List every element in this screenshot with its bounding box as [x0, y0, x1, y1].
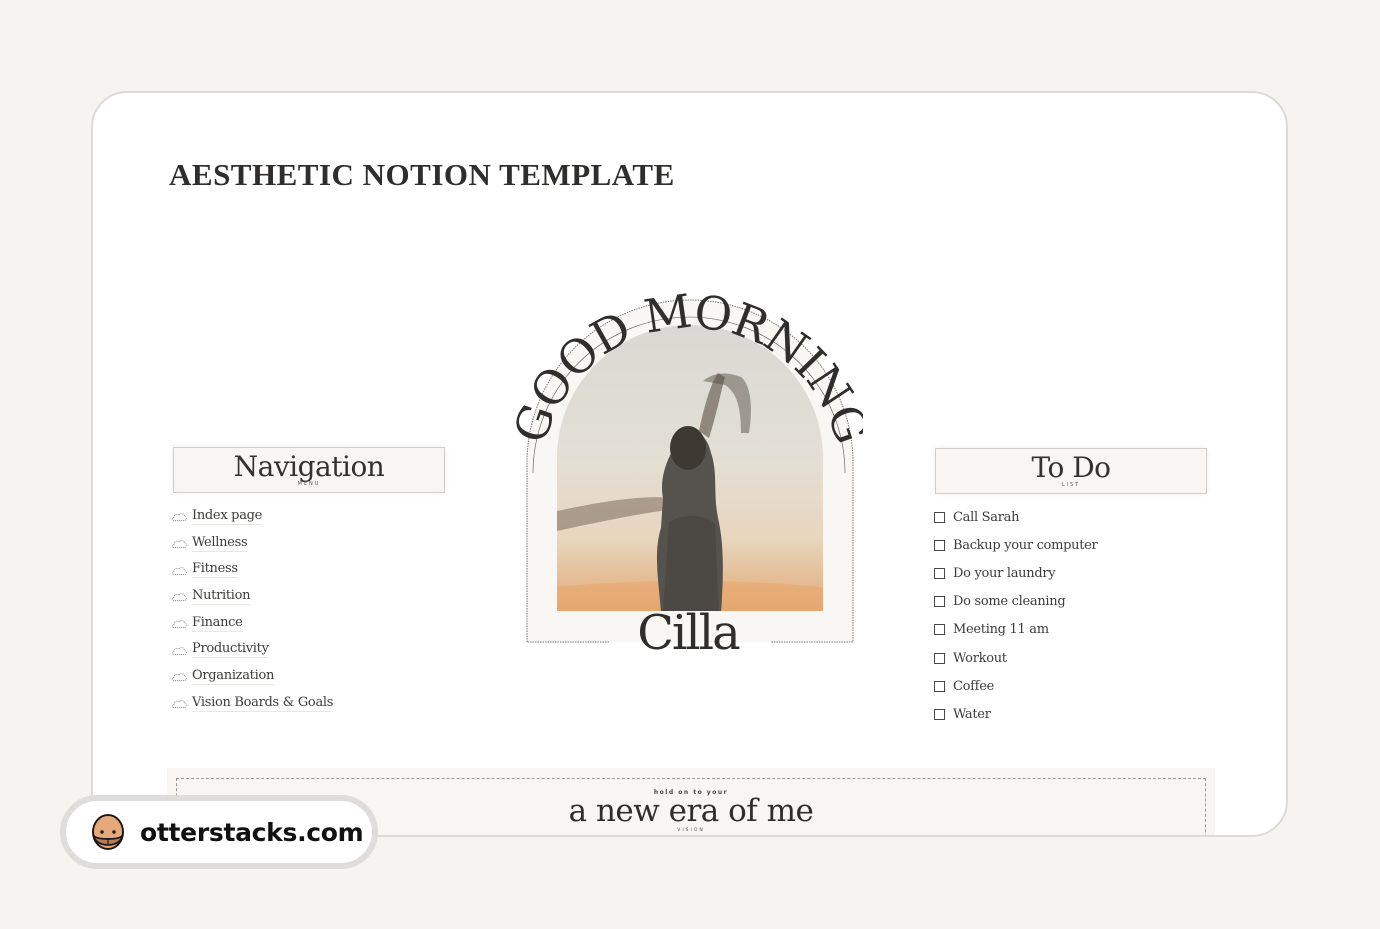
- todo-label: Workout: [953, 650, 1007, 666]
- nav-item-vision-boards-goals[interactable]: Vision Boards & Goals: [171, 690, 333, 717]
- cloud-icon: [171, 593, 187, 602]
- user-name: Cilla: [637, 605, 740, 661]
- cloud-icon: [171, 513, 187, 522]
- cloud-icon: [171, 620, 187, 629]
- todo-checkbox[interactable]: [934, 652, 945, 664]
- cloud-icon: [171, 700, 187, 709]
- navigation-title: Navigation: [233, 450, 385, 483]
- todo-label: Do your laundry: [953, 565, 1056, 581]
- greeting-graphic: GOOD MORNING Cilla: [513, 273, 863, 683]
- navigation-header: Navigation MENU: [173, 447, 445, 493]
- navigation-list: Index page Wellness Fitness Nutrition Fi…: [171, 503, 333, 717]
- todo-label: Meeting 11 am: [953, 622, 1049, 638]
- nav-item-nutrition[interactable]: Nutrition: [171, 583, 333, 610]
- nav-item-label: Wellness: [192, 534, 248, 552]
- todo-checkbox[interactable]: [934, 596, 945, 608]
- page-title: AESTHETIC NOTION TEMPLATE: [169, 157, 675, 192]
- nav-item-label: Vision Boards & Goals: [192, 694, 334, 712]
- todo-checkbox[interactable]: [934, 539, 945, 551]
- nav-item-label: Fitness: [192, 561, 238, 579]
- todo-title: To Do: [1031, 451, 1111, 484]
- navigation-subtitle: MENU: [297, 481, 321, 487]
- nav-item-label: Nutrition: [192, 587, 251, 605]
- nav-item-label: Productivity: [192, 641, 269, 659]
- cloud-icon: [171, 540, 187, 548]
- cloud-icon: [171, 646, 187, 655]
- todo-checkbox[interactable]: [934, 624, 945, 636]
- todo-label: Water: [953, 706, 991, 722]
- nav-item-fitness[interactable]: Fitness: [171, 556, 333, 583]
- nav-item-label: Finance: [192, 614, 243, 632]
- todo-checkbox[interactable]: [934, 680, 945, 692]
- todo-checkbox[interactable]: [934, 708, 945, 720]
- nav-item-organization[interactable]: Organization: [171, 663, 333, 690]
- nav-item-wellness[interactable]: Wellness: [171, 530, 333, 557]
- todo-item: Coffee: [934, 672, 1097, 700]
- todo-label: Coffee: [953, 678, 994, 694]
- nav-item-label: Organization: [192, 667, 275, 685]
- todo-item: Do your laundry: [934, 559, 1097, 587]
- todo-item: Do some cleaning: [934, 588, 1097, 616]
- nav-item-label: Index page: [192, 507, 263, 525]
- nav-item-productivity[interactable]: Productivity: [171, 636, 333, 663]
- otter-logo-icon: [92, 814, 124, 850]
- todo-item: Backup your computer: [934, 531, 1098, 559]
- todo-list: Call Sarah Backup your computer Do your …: [934, 503, 1098, 729]
- cloud-icon: [171, 566, 187, 575]
- todo-item: Workout: [934, 644, 1097, 672]
- todo-label: Do some cleaning: [953, 594, 1066, 610]
- todo-checkbox[interactable]: [934, 511, 945, 523]
- nav-item-finance[interactable]: Finance: [171, 610, 333, 637]
- watermark-badge[interactable]: otterstacks.com: [60, 795, 378, 869]
- nav-item-index-page[interactable]: Index page: [171, 503, 333, 530]
- template-page-card: AESTHETIC NOTION TEMPLATE Navigation MEN…: [91, 91, 1288, 837]
- todo-item: Call Sarah: [934, 503, 1097, 531]
- cloud-icon: [171, 673, 187, 682]
- todo-header: To Do LIST: [935, 448, 1207, 494]
- todo-label: Call Sarah: [953, 509, 1020, 525]
- todo-item: Meeting 11 am: [934, 616, 1097, 644]
- watermark-text: otterstacks.com: [140, 817, 364, 847]
- todo-item: Water: [934, 700, 1097, 728]
- todo-subtitle: LIST: [1061, 482, 1081, 488]
- todo-label: Backup your computer: [953, 537, 1098, 553]
- todo-checkbox[interactable]: [934, 567, 945, 579]
